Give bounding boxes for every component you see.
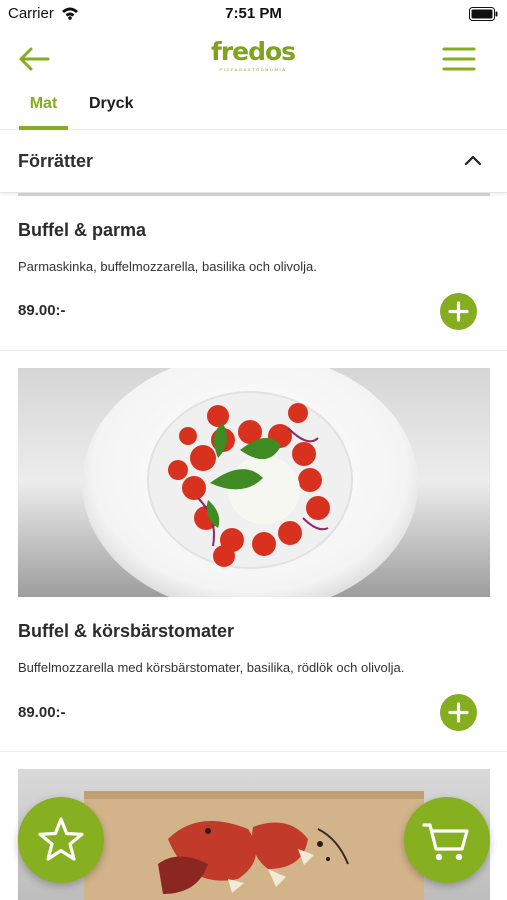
item-price: 89.00:-	[18, 704, 66, 721]
menu-item: Buffel & körsbärstomater Buffelmozzarell…	[0, 352, 507, 752]
add-to-cart-button[interactable]	[440, 293, 477, 330]
logo-subtitle: PIZZAGASTRONOMIA	[219, 67, 287, 72]
logo-wordmark: fredos	[210, 37, 296, 66]
add-to-cart-button[interactable]	[440, 694, 477, 731]
shopping-cart-icon	[422, 823, 469, 861]
brand-logo: fredos PIZZAGASTRONOMIA	[203, 38, 303, 80]
favorites-button[interactable]	[18, 797, 104, 883]
plus-icon	[448, 702, 469, 723]
clock: 7:51 PM	[225, 5, 282, 22]
item-description: Parmaskinka, buffelmozzarella, basilika …	[18, 259, 317, 274]
status-bar: Carrier 7:51 PM	[0, 0, 507, 28]
menu-item: Buffel & parma Parmaskinka, buffelmozzar…	[0, 196, 507, 351]
tab-dryck[interactable]: Dryck	[89, 95, 139, 130]
tab-mat[interactable]: Mat	[19, 95, 68, 130]
section-header-forratter[interactable]: Förrätter	[0, 131, 507, 193]
category-tabs: Mat Dryck	[0, 92, 507, 130]
chevron-up-icon[interactable]	[463, 153, 483, 172]
item-image	[18, 368, 490, 597]
star-icon	[38, 817, 84, 861]
arrow-left-icon	[19, 47, 50, 71]
item-description: Buffelmozzarella med körsbärstomater, ba…	[18, 660, 405, 675]
menu-button[interactable]	[441, 44, 477, 74]
hamburger-menu-icon	[442, 47, 476, 71]
cart-button[interactable]	[404, 797, 490, 883]
section-title: Förrätter	[18, 151, 94, 171]
back-button[interactable]	[14, 42, 54, 76]
plus-icon	[448, 301, 469, 322]
item-title: Buffel & parma	[18, 220, 147, 240]
navigation-bar: fredos PIZZAGASTRONOMIA	[0, 28, 507, 92]
item-title: Buffel & körsbärstomater	[18, 621, 235, 641]
battery-icon	[469, 7, 499, 26]
item-price: 89.00:-	[18, 302, 66, 319]
